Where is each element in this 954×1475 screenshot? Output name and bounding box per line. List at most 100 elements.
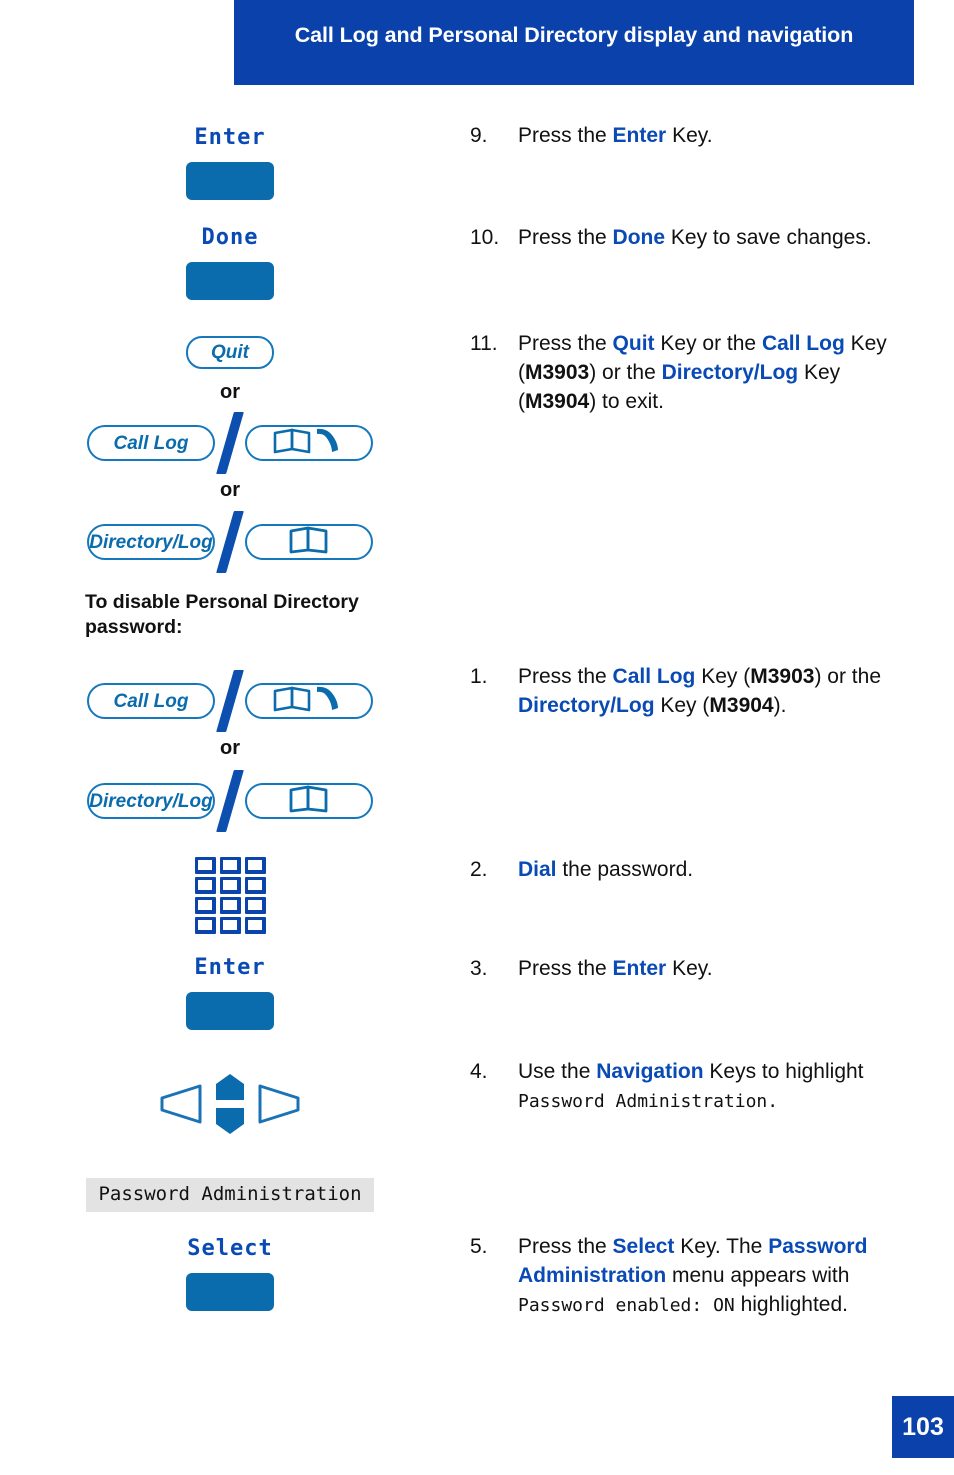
text-run: Enter <box>612 957 667 980</box>
text-run: Key ( <box>654 693 710 717</box>
key-directory-log-2-label: Directory/Log <box>89 790 213 812</box>
keypair-calllog-1: Call Log <box>0 412 460 474</box>
text-run: Key ( <box>695 665 751 688</box>
key-directory-log-1[interactable]: Directory/Log <box>87 524 215 560</box>
or-separator-3: or <box>220 737 240 759</box>
step-text: Press the Select Key. The Password Admin… <box>518 1233 900 1320</box>
step-text: Dial the password. <box>518 856 940 885</box>
key-book-handset-2[interactable] <box>245 683 373 719</box>
softkey-select: Select <box>0 1236 460 1311</box>
text-run: Directory/Log <box>661 360 799 384</box>
slash-separator <box>216 511 244 573</box>
navigation-keys-icon[interactable] <box>144 1062 316 1151</box>
slash-separator <box>216 412 244 474</box>
lcd-menu-highlight-wrapper: Password Administration <box>0 1178 460 1212</box>
softkey-enter-top-button[interactable] <box>186 162 274 200</box>
key-call-log-1-label: Call Log <box>113 432 189 454</box>
dialpad-key <box>194 857 216 874</box>
key-call-log-2-label: Call Log <box>113 690 189 712</box>
step-text: Use the Navigation Keys to highlight Pas… <box>518 1058 920 1116</box>
key-quit[interactable]: Quit <box>186 336 274 369</box>
keypair-directorylog-2: Directory/Log <box>0 770 460 832</box>
section-heading-disable-password: To disable Personal Directory password: <box>85 591 359 638</box>
text-run: Dial <box>518 858 557 881</box>
text-run: Call Log <box>612 665 696 688</box>
dialpad-icon[interactable] <box>194 857 266 934</box>
text-run: Press the <box>518 957 613 980</box>
dialpad-key <box>244 917 266 934</box>
text-run: Done <box>612 226 666 249</box>
text-run: Select <box>612 1235 675 1258</box>
step-item: 1. Press the Call Log Key (M3903) or the … <box>470 663 925 721</box>
key-open-book-2[interactable] <box>245 783 373 819</box>
keypair-calllog-2: Call Log <box>0 670 460 732</box>
text-run: Directory/Log <box>518 693 655 717</box>
softkey-enter-bottom-button[interactable] <box>186 992 274 1030</box>
step-item: 5. Press the Select Key. The Password Adm… <box>470 1233 900 1320</box>
softkey-enter-bottom-label: Enter <box>194 955 266 980</box>
text-run: ) or the <box>589 360 662 384</box>
slash-separator <box>216 670 244 732</box>
text-run: Key. <box>666 124 713 147</box>
step-text: Press the Enter Key. <box>518 122 940 151</box>
dialpad-key <box>244 857 266 874</box>
step-number: 1. <box>470 665 488 688</box>
text-run: ) or the <box>814 665 881 688</box>
step-item: 4. Use the Navigation Keys to highlight P… <box>470 1058 920 1116</box>
key-directory-log-2[interactable]: Directory/Log <box>87 783 215 819</box>
step-number: 3. <box>470 957 488 980</box>
text-run: Key. <box>666 957 713 980</box>
key-open-book-1[interactable] <box>245 524 373 560</box>
key-directory-log-1-label: Directory/Log <box>89 531 213 553</box>
text-run: highlighted. <box>734 1292 849 1316</box>
softkey-done-button[interactable] <box>186 262 274 300</box>
key-call-log-2[interactable]: Call Log <box>87 683 215 719</box>
text-run: Press the <box>518 226 613 249</box>
dialpad-key <box>219 857 241 874</box>
step-number: 11. <box>470 332 498 355</box>
text-run: Key to save changes. <box>665 226 872 249</box>
dialpad-key <box>219 917 241 934</box>
step-number: 4. <box>470 1060 488 1083</box>
text-run: ) to exit. <box>589 389 664 413</box>
or-separator-2: or <box>220 479 240 501</box>
step-item: 11. Press the Quit Key or the Call Log Ke… <box>470 330 920 417</box>
softkey-done: Done <box>0 225 460 300</box>
open-book-icon <box>288 526 330 559</box>
key-book-handset-1[interactable] <box>245 425 373 461</box>
dialpad-key <box>244 897 266 914</box>
step-number: 10. <box>470 226 500 249</box>
step-text: Press the Enter Key. <box>518 955 940 984</box>
text-run: Quit <box>612 332 655 355</box>
page-number-badge: 103 <box>892 1396 954 1458</box>
text-run: Enter <box>612 124 667 147</box>
text-run: Key. The <box>674 1235 769 1258</box>
step-number: 9. <box>470 124 488 147</box>
book-handset-icon <box>272 685 346 718</box>
lcd-menu-highlight-password-administration: Password Administration <box>86 1178 374 1212</box>
dialpad-key <box>194 877 216 894</box>
key-call-log-1[interactable]: Call Log <box>87 425 215 461</box>
dialpad-key <box>244 877 266 894</box>
step-item: 9. Press the Enter Key. <box>470 122 940 151</box>
dialpad-wrapper <box>0 857 460 934</box>
slash-separator <box>216 770 244 832</box>
book-handset-icon <box>272 427 346 460</box>
text-run: M3903 <box>525 360 590 384</box>
softkey-enter-top: Enter <box>0 125 460 200</box>
keypair-directorylog-1: Directory/Log <box>0 511 460 573</box>
step-number: 5. <box>470 1235 488 1258</box>
softkey-select-button[interactable] <box>186 1273 274 1311</box>
dialpad-key <box>219 877 241 894</box>
softkey-enter-bottom: Enter <box>0 955 460 1030</box>
or-separator-1: or <box>220 381 240 403</box>
text-run: menu appears with <box>666 1263 850 1287</box>
key-quit-wrapper: Quit <box>0 336 460 369</box>
step-text: Press the Quit Key or the Call Log Key (… <box>518 330 920 417</box>
text-run: Navigation <box>596 1060 704 1083</box>
softkey-enter-top-label: Enter <box>194 125 266 150</box>
key-quit-label: Quit <box>211 342 249 363</box>
text-run: M3904 <box>525 389 590 413</box>
navigation-cluster-wrapper <box>0 1062 460 1151</box>
dialpad-key <box>194 897 216 914</box>
